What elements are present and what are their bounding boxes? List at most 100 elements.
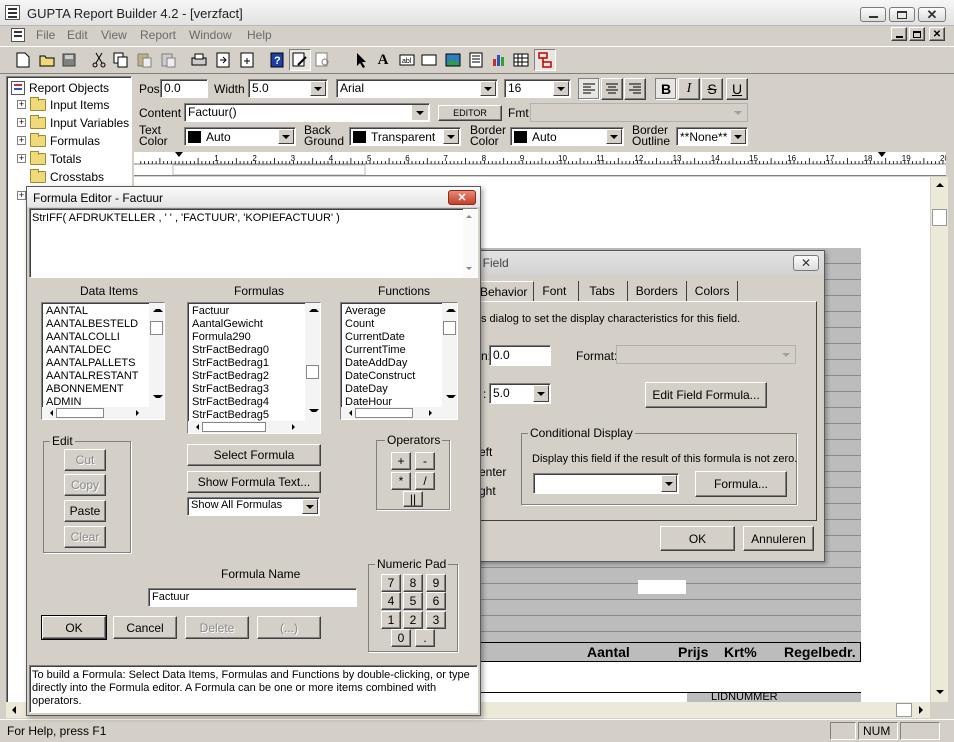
align-right-label[interactable]: ght bbox=[479, 484, 496, 498]
text-color-combo[interactable]: Auto bbox=[184, 127, 296, 146]
edit-field-formula-button[interactable]: Edit Field Formula... bbox=[645, 382, 767, 408]
lidnummer-field[interactable]: LIDNUMMER bbox=[687, 693, 861, 702]
operator-multiply-button[interactable]: * bbox=[391, 472, 411, 490]
chevron-down-icon[interactable] bbox=[606, 129, 622, 144]
formula-ok-button[interactable]: OK bbox=[41, 615, 107, 640]
minimize-button[interactable] bbox=[860, 7, 886, 22]
operator-divide-button[interactable]: / bbox=[415, 472, 435, 490]
formula-text-area[interactable]: StrIFF( AFDRUKTELLER , ' ' , 'FACTUUR', … bbox=[29, 208, 478, 278]
list-item[interactable]: AantalGewicht bbox=[188, 318, 320, 331]
list-hscroll[interactable] bbox=[341, 407, 457, 419]
formula-cancel-button[interactable]: Cancel bbox=[113, 616, 177, 639]
crosstab-tool-icon[interactable] bbox=[510, 49, 532, 71]
tree-item-crosstabs[interactable]: Crosstabs bbox=[30, 168, 104, 185]
scroll-right-icon[interactable] bbox=[292, 424, 299, 430]
rectangle-tool-icon[interactable] bbox=[418, 49, 440, 71]
size-combo[interactable]: 16 bbox=[504, 79, 571, 98]
list-item[interactable]: AANTAL bbox=[42, 305, 164, 318]
list-item[interactable]: Count bbox=[341, 318, 457, 331]
expand-icon[interactable]: + bbox=[17, 191, 26, 200]
scroll-thumb[interactable] bbox=[202, 422, 266, 432]
list-item[interactable]: Formula290 bbox=[188, 331, 320, 344]
align-left-button[interactable] bbox=[578, 78, 600, 100]
print-icon[interactable] bbox=[188, 49, 210, 71]
mdi-restore-button[interactable] bbox=[909, 27, 925, 41]
tree-item-input-items[interactable]: + Input Items bbox=[17, 96, 109, 113]
tab-tabs[interactable]: Tabs bbox=[579, 281, 628, 301]
header-krt[interactable]: Krt% bbox=[724, 644, 757, 660]
close-button[interactable]: ✕ bbox=[918, 7, 946, 22]
list-vscroll[interactable] bbox=[149, 303, 164, 407]
list-item[interactable]: ABONNEMENT bbox=[42, 383, 164, 396]
tab-borders[interactable]: Borders bbox=[628, 281, 687, 301]
export-icon[interactable] bbox=[236, 49, 258, 71]
scroll-thumb[interactable] bbox=[306, 365, 319, 379]
strike-button[interactable]: S bbox=[701, 78, 723, 100]
chevron-down-icon[interactable] bbox=[553, 81, 569, 96]
scroll-right-icon[interactable] bbox=[429, 410, 436, 416]
new-icon[interactable] bbox=[12, 49, 34, 71]
expand-icon[interactable]: + bbox=[17, 100, 26, 109]
help-icon[interactable]: ? bbox=[266, 49, 288, 71]
field-pos-input[interactable]: 0.0 bbox=[489, 345, 551, 366]
numpad-1-button[interactable]: 1 bbox=[381, 611, 401, 629]
chevron-down-icon[interactable] bbox=[412, 105, 428, 120]
scroll-right-icon[interactable] bbox=[919, 706, 923, 714]
maximize-button[interactable] bbox=[889, 7, 915, 22]
scroll-thumb[interactable] bbox=[56, 408, 104, 418]
menu-report[interactable]: Report bbox=[140, 28, 176, 42]
formulas-list[interactable]: Factuur AantalGewicht Formula290 StrFact… bbox=[187, 302, 321, 434]
scroll-up-icon[interactable] bbox=[446, 309, 456, 312]
numpad-6-button[interactable]: 6 bbox=[426, 592, 446, 610]
back-ground-combo[interactable]: Transparent bbox=[349, 127, 461, 146]
header-prijs[interactable]: Prijs bbox=[678, 644, 708, 660]
scroll-up-icon[interactable] bbox=[309, 309, 319, 312]
numpad-9-button[interactable]: 9 bbox=[426, 574, 446, 592]
italic-button[interactable]: I bbox=[678, 78, 700, 100]
align-center-label[interactable]: enter bbox=[479, 465, 506, 479]
report-field-selected[interactable] bbox=[638, 580, 686, 594]
list-item[interactable]: CurrentDate bbox=[341, 331, 457, 344]
field-dialog-close-button[interactable]: ✕ bbox=[793, 255, 819, 271]
copy-button[interactable]: Copy bbox=[64, 474, 106, 496]
scroll-down-icon[interactable] bbox=[936, 690, 944, 694]
list-item[interactable]: AANTALCOLLI bbox=[42, 331, 164, 344]
report-block-icon[interactable] bbox=[465, 49, 487, 71]
scroll-down-icon[interactable] bbox=[153, 395, 163, 398]
list-item[interactable]: AANTALPALLETS bbox=[42, 357, 164, 370]
field-ok-button[interactable]: OK bbox=[660, 526, 735, 551]
scroll-up-icon[interactable] bbox=[153, 309, 163, 312]
text-tool-icon[interactable]: A bbox=[372, 49, 394, 71]
vertical-scrollbar[interactable] bbox=[930, 177, 948, 702]
data-items-list[interactable]: AANTAL AANTALBESTELD AANTALCOLLI AANTALD… bbox=[41, 302, 165, 420]
numpad-8-button[interactable]: 8 bbox=[403, 574, 423, 592]
tab-font[interactable]: Font bbox=[534, 281, 580, 301]
border-outline-combo[interactable]: **None** bbox=[676, 127, 748, 146]
scroll-thumb[interactable] bbox=[932, 209, 947, 226]
scroll-left-icon[interactable] bbox=[192, 424, 199, 430]
operator-concat-button[interactable]: || bbox=[403, 491, 423, 507]
list-hscroll[interactable] bbox=[188, 421, 320, 433]
list-item[interactable]: DateConstruct bbox=[341, 370, 457, 383]
conditional-formula-button[interactable]: Formula... bbox=[695, 471, 787, 497]
chevron-down-icon[interactable] bbox=[533, 385, 549, 402]
list-item[interactable]: AANTALDEC bbox=[42, 344, 164, 357]
preview-icon[interactable] bbox=[312, 49, 334, 71]
list-item[interactable]: StrFactBedrag2 bbox=[188, 370, 320, 383]
numpad-7-button[interactable]: 7 bbox=[381, 574, 401, 592]
scroll-up-icon[interactable] bbox=[936, 183, 944, 187]
tree-item-totals[interactable]: + Totals bbox=[17, 150, 81, 167]
design-mode-icon[interactable] bbox=[289, 49, 311, 71]
paste-button[interactable]: Paste bbox=[64, 500, 106, 522]
numpad-dot-button[interactable]: . bbox=[415, 629, 435, 647]
scroll-left-icon[interactable] bbox=[12, 706, 16, 714]
numpad-3-button[interactable]: 3 bbox=[426, 611, 446, 629]
numpad-2-button[interactable]: 2 bbox=[403, 611, 423, 629]
align-right-button[interactable] bbox=[624, 78, 646, 100]
list-item[interactable]: AANTALBESTELD bbox=[42, 318, 164, 331]
scroll-down-icon[interactable] bbox=[446, 395, 456, 398]
list-item[interactable]: StrFactBedrag1 bbox=[188, 357, 320, 370]
paste-icon[interactable] bbox=[134, 49, 156, 71]
menu-edit[interactable]: Edit bbox=[67, 28, 88, 42]
expand-icon[interactable]: + bbox=[17, 118, 26, 127]
